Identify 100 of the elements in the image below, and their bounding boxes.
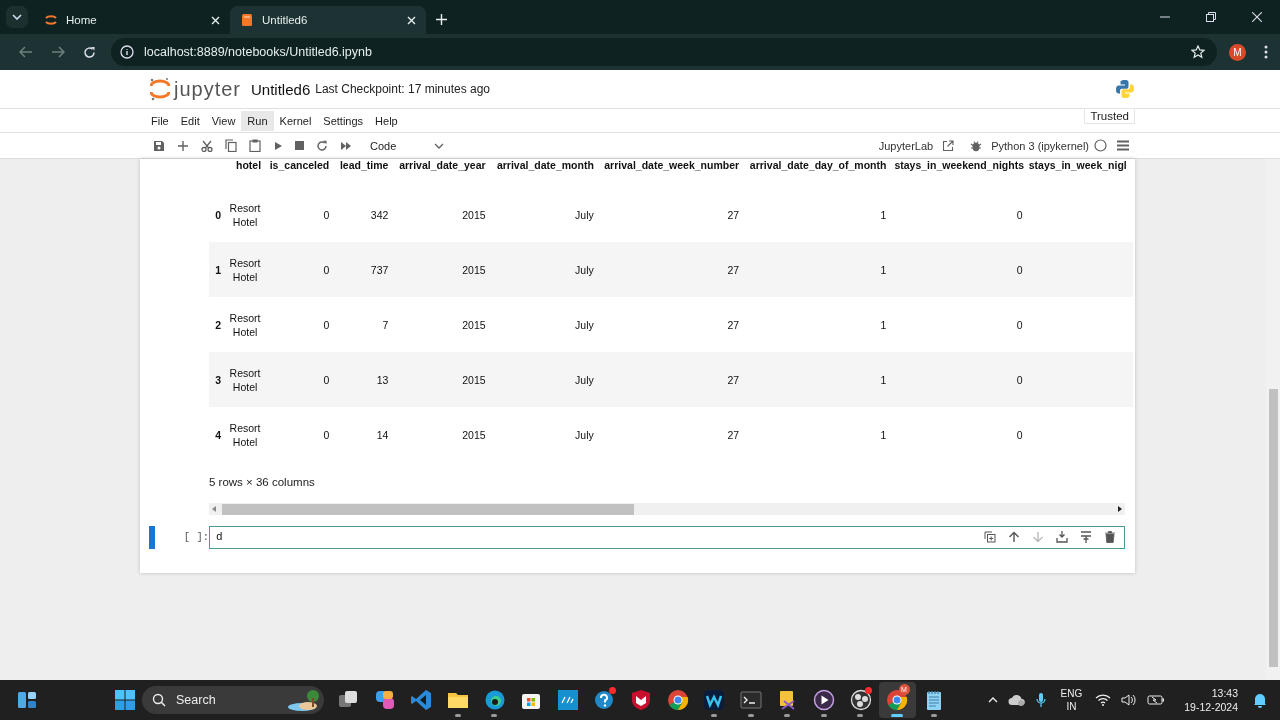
menu-item[interactable]: View bbox=[205, 110, 242, 131]
fast-forward-icon[interactable] bbox=[340, 140, 352, 151]
scroll-right-icon[interactable] bbox=[1117, 506, 1122, 512]
table-cell: 2015 bbox=[462, 428, 486, 441]
external-link-icon[interactable] bbox=[942, 139, 955, 152]
bookmark-star-icon[interactable] bbox=[1191, 45, 1205, 59]
column-header: stays_in_weekend_nights bbox=[894, 159, 1024, 171]
jupyterlab-link[interactable]: JupyterLab bbox=[878, 139, 934, 152]
notebook-title[interactable]: Untitled6 bbox=[251, 80, 311, 98]
clock[interactable]: 13:43 19-12-2024 bbox=[1184, 686, 1238, 714]
chevron-up-icon[interactable] bbox=[987, 697, 998, 703]
address-field[interactable]: localhost:8889/notebooks/Untitled6.ipynb bbox=[111, 38, 1217, 66]
restore-icon[interactable] bbox=[1206, 12, 1216, 22]
scroll-left-icon[interactable] bbox=[212, 506, 217, 512]
menu-item[interactable]: Kernel bbox=[273, 110, 318, 131]
code-editor[interactable]: d bbox=[209, 525, 1125, 549]
kernel-name[interactable]: Python 3 (ipykernel) bbox=[991, 139, 1089, 152]
back-icon[interactable] bbox=[19, 46, 33, 58]
copy-icon[interactable] bbox=[225, 139, 237, 152]
hp-app-icon bbox=[556, 689, 579, 711]
new-tab-icon[interactable] bbox=[436, 14, 447, 25]
cell-type-dropdown[interactable]: Code bbox=[366, 137, 449, 154]
search-field[interactable]: Search bbox=[142, 686, 324, 714]
python-logo-icon bbox=[1115, 79, 1135, 99]
paste-icon[interactable] bbox=[249, 139, 261, 152]
menu-item[interactable]: Settings bbox=[317, 110, 370, 131]
info-icon[interactable] bbox=[120, 45, 134, 59]
close-tab-icon[interactable] bbox=[407, 15, 416, 25]
cloud-icon[interactable] bbox=[1007, 693, 1026, 707]
more-options-icon[interactable] bbox=[1264, 45, 1268, 59]
restart-icon[interactable] bbox=[316, 139, 328, 152]
table-cell: 1 bbox=[880, 428, 887, 441]
trusted-button[interactable]: Trusted bbox=[1084, 107, 1135, 124]
table-cell: 2015 bbox=[462, 208, 486, 221]
table-cell: 0 bbox=[323, 208, 330, 221]
column-header: hotel bbox=[236, 159, 262, 171]
cut-icon[interactable] bbox=[201, 139, 213, 152]
table-cell: 0 bbox=[323, 428, 330, 441]
column-header: arrival_date_day_of_month bbox=[749, 159, 887, 171]
menu-item[interactable]: Run bbox=[241, 110, 274, 131]
menu-icon[interactable] bbox=[1117, 140, 1129, 151]
caret-icon bbox=[12, 14, 22, 20]
menu-item[interactable]: Help bbox=[369, 110, 404, 131]
forward-icon[interactable] bbox=[51, 46, 65, 58]
bug-icon[interactable] bbox=[970, 139, 983, 152]
column-header: arrival_date_year bbox=[399, 159, 486, 171]
table-cell: 7 bbox=[382, 318, 389, 331]
up-arrow-icon[interactable] bbox=[1008, 531, 1020, 543]
run-icon[interactable] bbox=[273, 140, 283, 151]
table-cell: 2015 bbox=[462, 373, 486, 386]
table-cell: Resort Hotel bbox=[229, 366, 261, 393]
battery-icon[interactable] bbox=[1147, 694, 1166, 706]
help-icon bbox=[593, 689, 616, 711]
reload-icon[interactable] bbox=[83, 45, 96, 59]
notification-bell-icon[interactable] bbox=[1253, 692, 1267, 708]
dataframe-shape-text: 5 rows × 36 columns bbox=[209, 476, 316, 490]
horizontal-scrollbar[interactable] bbox=[209, 503, 1125, 515]
input-prompt: [ ]: bbox=[182, 531, 209, 543]
checkpoint-text: Last Checkpoint: 17 minutes ago bbox=[315, 82, 490, 96]
insert-cell-icon[interactable] bbox=[1080, 531, 1092, 543]
row-index: 4 bbox=[215, 428, 222, 441]
table-cell: 2015 bbox=[462, 318, 486, 331]
language-indicator[interactable]: ENG IN bbox=[1060, 687, 1083, 713]
table-cell: 1 bbox=[880, 373, 887, 386]
tab-list-button[interactable] bbox=[6, 6, 28, 28]
microphone-icon[interactable] bbox=[1035, 692, 1046, 708]
profile-avatar[interactable]: M bbox=[1229, 43, 1246, 61]
table-cell: Resort Hotel bbox=[229, 421, 261, 448]
table-cell: 27 bbox=[727, 208, 740, 221]
table-cell: 0 bbox=[323, 263, 330, 276]
duplicate-icon[interactable] bbox=[984, 531, 996, 543]
table-cell: Resort Hotel bbox=[229, 201, 261, 228]
column-header: lead_time bbox=[339, 159, 389, 171]
menu-item[interactable]: Edit bbox=[174, 110, 206, 131]
table-cell: 0 bbox=[323, 318, 330, 331]
row-index: 2 bbox=[215, 318, 222, 331]
table-cell: 0 bbox=[1016, 318, 1023, 331]
browser-tab[interactable]: Home bbox=[34, 6, 230, 34]
volume-icon[interactable] bbox=[1121, 693, 1138, 707]
column-header: arrival_date_week_number bbox=[604, 159, 740, 171]
widgets-icon[interactable] bbox=[17, 691, 37, 709]
active-cell-marker[interactable] bbox=[149, 525, 155, 549]
table-cell: 1 bbox=[880, 208, 887, 221]
row-index: 3 bbox=[215, 373, 222, 386]
table-cell: July bbox=[575, 373, 594, 386]
menu-item[interactable]: File bbox=[145, 110, 175, 131]
insert-cell-icon[interactable] bbox=[1056, 531, 1068, 543]
browser-tab[interactable]: Untitled6 bbox=[230, 6, 426, 34]
add-icon[interactable] bbox=[177, 139, 189, 152]
windows-start-icon[interactable] bbox=[115, 690, 135, 710]
chrome-icon bbox=[886, 689, 909, 711]
close-tab-icon[interactable] bbox=[211, 15, 220, 25]
delete-icon[interactable] bbox=[1104, 531, 1116, 543]
browser-icon bbox=[483, 689, 506, 711]
wifi-icon[interactable] bbox=[1095, 694, 1112, 706]
table-cell: 342 bbox=[370, 208, 389, 221]
close-icon[interactable] bbox=[1252, 12, 1262, 22]
media-player-icon bbox=[813, 689, 835, 711]
save-icon[interactable] bbox=[153, 139, 165, 152]
table-cell: 2015 bbox=[462, 263, 486, 276]
